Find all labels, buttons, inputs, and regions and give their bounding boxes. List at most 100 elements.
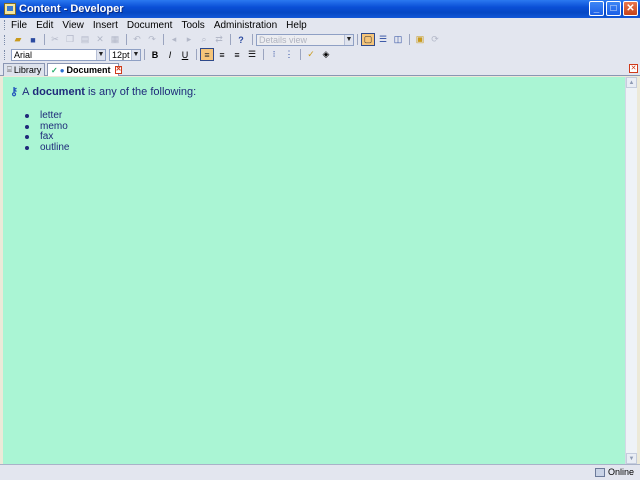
key-icon: ⚷ bbox=[10, 86, 19, 98]
bullet-icon bbox=[25, 135, 29, 140]
bullet-icon bbox=[25, 145, 29, 150]
window-title: Content - Developer bbox=[19, 3, 124, 15]
menu-document[interactable]: Document bbox=[127, 20, 173, 31]
toolbar-separator bbox=[196, 49, 197, 60]
tab-document-label: Document bbox=[66, 65, 111, 75]
menu-tools[interactable]: Tools bbox=[181, 20, 204, 31]
print-icon[interactable]: ▦ bbox=[108, 33, 122, 46]
replace-icon[interactable]: ⇄ bbox=[212, 33, 226, 46]
toolbar-separator bbox=[163, 34, 164, 45]
font-select-value: Arial bbox=[14, 49, 33, 60]
network-icon bbox=[594, 467, 605, 477]
toolbar-separator bbox=[357, 34, 358, 45]
title-bar: Content - Developer _ □ ✕ bbox=[0, 0, 640, 18]
chevron-down-icon: ▼ bbox=[96, 49, 105, 60]
layout-vertical-icon[interactable]: ◫ bbox=[391, 33, 405, 46]
globe-icon: ● bbox=[59, 65, 65, 75]
find-icon[interactable]: ⌕ bbox=[197, 33, 211, 46]
align-center-icon[interactable]: ≡ bbox=[215, 48, 229, 61]
menu-administration[interactable]: Administration bbox=[214, 20, 277, 31]
menu-edit[interactable]: Edit bbox=[36, 20, 53, 31]
toolbar-separator bbox=[126, 34, 127, 45]
numbered-list-icon[interactable]: ⋮ bbox=[282, 48, 296, 61]
delete-icon[interactable]: ✕ bbox=[93, 33, 107, 46]
bullet-list-icon[interactable]: ⁝ bbox=[267, 48, 281, 61]
back-icon[interactable]: ◂ bbox=[167, 33, 181, 46]
list-item-text: outline bbox=[40, 141, 70, 153]
undo-icon[interactable]: ↶ bbox=[130, 33, 144, 46]
chevron-down-icon: ▼ bbox=[131, 49, 140, 60]
fill-color-icon[interactable]: ◈ bbox=[319, 48, 333, 61]
menu-insert[interactable]: Insert bbox=[93, 20, 118, 31]
chevron-down-icon: ▼ bbox=[344, 34, 353, 45]
view-select-value: Details view bbox=[259, 34, 308, 45]
toolbar-separator bbox=[263, 49, 264, 60]
layout-horizontal-icon[interactable]: ☰ bbox=[376, 33, 390, 46]
font-select[interactable]: Arial ▼ bbox=[11, 48, 106, 61]
list-item: letter bbox=[25, 110, 69, 122]
list-item: outline bbox=[25, 141, 70, 154]
toolbar-grip[interactable] bbox=[4, 34, 7, 45]
menu-view[interactable]: View bbox=[62, 20, 84, 31]
item-list: letter memo fax outline bbox=[25, 110, 70, 154]
heading-term: document bbox=[32, 85, 85, 98]
vertical-scrollbar[interactable]: ▲ ▼ bbox=[625, 77, 637, 464]
list-item-text: fax bbox=[40, 131, 54, 142]
align-left-icon[interactable]: ≡ bbox=[200, 48, 214, 61]
online-status-label: Online bbox=[607, 467, 634, 477]
paste-icon[interactable]: ▤ bbox=[78, 33, 92, 46]
close-panel-icon[interactable]: ✕ bbox=[629, 64, 638, 73]
align-right-icon[interactable]: ≡ bbox=[230, 48, 244, 61]
font-size-select[interactable]: 12pt ▼ bbox=[109, 48, 141, 61]
spell-check-icon[interactable]: ✓ bbox=[304, 48, 318, 61]
toolbar-separator bbox=[409, 34, 410, 45]
italic-icon[interactable]: I bbox=[163, 48, 177, 61]
scroll-down-icon[interactable]: ▼ bbox=[626, 453, 637, 464]
copy-icon[interactable]: ❐ bbox=[63, 33, 77, 46]
app-icon bbox=[4, 3, 16, 15]
underline-icon[interactable]: U bbox=[178, 48, 192, 61]
bullet-icon bbox=[25, 114, 29, 119]
tab-document[interactable]: ✓ ● Document ✕ bbox=[47, 63, 123, 76]
save-icon[interactable]: ■ bbox=[26, 33, 40, 46]
tab-library-label: Library bbox=[13, 65, 42, 75]
view-select[interactable]: Details view ▼ bbox=[256, 33, 354, 46]
scroll-up-icon[interactable]: ▲ bbox=[626, 77, 637, 88]
document-heading: ⚷ A document is any of the following: bbox=[10, 85, 196, 99]
checkmark-icon: ✓ bbox=[51, 65, 58, 75]
refresh-icon[interactable]: ⟳ bbox=[428, 33, 442, 46]
menu-help[interactable]: Help bbox=[286, 20, 307, 31]
close-tab-icon[interactable]: ✕ bbox=[114, 66, 123, 74]
toolbar-separator bbox=[144, 49, 145, 60]
layout-single-icon[interactable]: ▢ bbox=[361, 33, 375, 46]
menu-bar: File Edit View Insert Document Tools Adm… bbox=[0, 18, 640, 32]
minimize-button[interactable]: _ bbox=[589, 1, 604, 16]
forward-icon[interactable]: ▸ bbox=[182, 33, 196, 46]
toolbar-separator bbox=[44, 34, 45, 45]
toolbar-grip[interactable] bbox=[4, 49, 7, 60]
help-icon[interactable]: ? bbox=[234, 33, 248, 46]
cut-icon[interactable]: ✂ bbox=[48, 33, 62, 46]
close-button[interactable]: ✕ bbox=[623, 1, 638, 16]
standard-toolbar: ▰ ■ ✂ ❐ ▤ ✕ ▦ ↶ ↷ ◂ ▸ ⌕ ⇄ ? Details view… bbox=[0, 32, 640, 47]
window-controls: _ □ ✕ bbox=[589, 1, 638, 16]
bold-icon[interactable]: B bbox=[148, 48, 162, 61]
redo-icon[interactable]: ↷ bbox=[145, 33, 159, 46]
menu-grip[interactable] bbox=[4, 20, 7, 30]
document-tabs: ⌸ Library ✓ ● Document ✕ bbox=[0, 62, 640, 76]
toolbar-separator bbox=[230, 34, 231, 45]
library-icon: ⌸ bbox=[7, 65, 12, 74]
list-item: fax bbox=[25, 131, 69, 143]
online-status: Online bbox=[594, 467, 634, 477]
justify-icon[interactable]: ☰ bbox=[245, 48, 259, 61]
menu-file[interactable]: File bbox=[11, 20, 27, 31]
maximize-button[interactable]: □ bbox=[606, 1, 621, 16]
properties-icon[interactable]: ▣ bbox=[413, 33, 427, 46]
list-item-text: letter bbox=[40, 110, 63, 121]
tab-library[interactable]: ⌸ Library bbox=[3, 63, 45, 76]
open-icon[interactable]: ▰ bbox=[11, 33, 25, 46]
font-size-value: 12pt bbox=[112, 49, 130, 60]
document-content[interactable]: ⚷ A document is any of the following: le… bbox=[3, 77, 625, 464]
status-bar: Online bbox=[0, 464, 640, 480]
heading-prefix: A bbox=[22, 85, 30, 98]
